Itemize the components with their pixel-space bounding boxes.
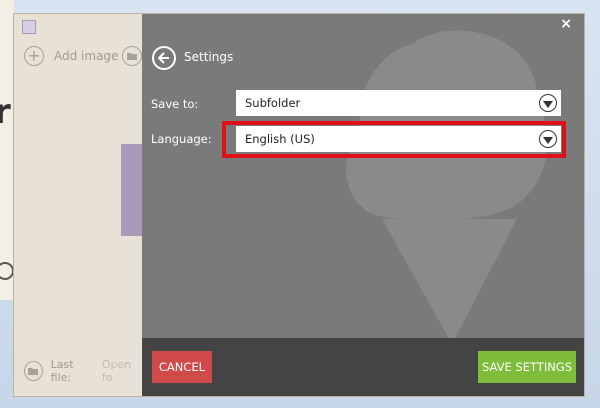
background-letter: r bbox=[0, 92, 11, 132]
back-arrow-icon[interactable] bbox=[152, 46, 176, 70]
settings-overlay: × Settings Save to: Subfolder Language: … bbox=[142, 14, 584, 396]
background-window-edge: r H bbox=[0, 0, 21, 300]
add-image-button[interactable]: + Add image bbox=[24, 46, 118, 66]
close-icon[interactable]: × bbox=[560, 16, 572, 32]
left-panel: + Add image Last file: Open fo bbox=[14, 14, 142, 396]
add-image-label: Add image bbox=[54, 49, 119, 63]
save-to-dropdown[interactable]: Subfolder bbox=[236, 90, 561, 116]
folder-icon[interactable] bbox=[24, 361, 43, 381]
app-window: + Add image Last file: Open fo × Setting… bbox=[14, 14, 584, 396]
save-to-label: Save to: bbox=[151, 97, 199, 111]
page-title: Settings bbox=[184, 50, 234, 64]
plus-icon: + bbox=[24, 46, 44, 66]
settings-footer: CANCEL SAVE SETTINGS bbox=[142, 338, 584, 396]
highlight-box bbox=[222, 121, 566, 158]
last-file-label: Last file: bbox=[50, 358, 74, 384]
language-label: Language: bbox=[151, 132, 212, 146]
cancel-button[interactable]: CANCEL bbox=[152, 351, 212, 383]
app-logo-icon bbox=[22, 20, 36, 34]
open-folder-link[interactable]: Open fo bbox=[102, 358, 142, 384]
ice-cream-watermark-icon bbox=[345, 30, 548, 344]
save-settings-button[interactable]: SAVE SETTINGS bbox=[478, 351, 576, 383]
chevron-down-icon bbox=[539, 94, 557, 112]
last-file-row: Last file: Open fo bbox=[24, 358, 142, 384]
folder-icon[interactable] bbox=[122, 46, 142, 66]
save-to-value: Subfolder bbox=[245, 96, 301, 110]
image-thumbnail bbox=[121, 144, 142, 236]
